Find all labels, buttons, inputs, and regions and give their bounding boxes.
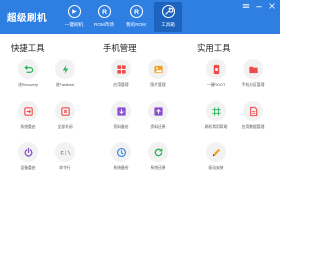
document-icon — [249, 106, 257, 116]
root-icon — [213, 64, 219, 74]
system-backup-icon — [116, 147, 126, 157]
terminal-icon: C:\_ — [60, 149, 71, 156]
section-title-utility-tools: 实用工具 — [197, 43, 231, 53]
power-icon — [24, 147, 32, 157]
tile-device-restart[interactable]: 设备重启 — [12, 142, 44, 171]
tile-app-data-management[interactable]: 应用数据管理 — [237, 101, 269, 130]
lightning-icon — [62, 64, 68, 74]
apps-grid-icon — [116, 64, 126, 74]
nav-label: 我的ROM — [126, 22, 146, 27]
close-all-icon — [60, 106, 70, 116]
nav-rom-market[interactable]: R ROM市场 — [90, 2, 118, 32]
minimize-icon[interactable] — [255, 2, 263, 10]
pencil-icon — [212, 148, 220, 156]
section-title-phone-management: 手机管理 — [103, 43, 137, 53]
tile-image-management[interactable]: 图片管理 — [142, 59, 174, 88]
tile-one-click-root[interactable]: 一键ROOT — [200, 59, 232, 88]
tile-enter-fastboot[interactable]: 进Fastboot — [49, 59, 81, 88]
svg-text:C:\_: C:\_ — [60, 149, 71, 156]
tile-label: 手机分区管理 — [241, 83, 265, 87]
tile-enter-recovery[interactable]: 进Recovery — [12, 59, 44, 88]
tile-system-reboot[interactable]: 系统重启 — [12, 101, 44, 130]
tile-system-restore[interactable]: 系统还原 — [142, 142, 174, 171]
refresh-icon — [154, 148, 162, 156]
tile-app-management[interactable]: 应用管理 — [105, 59, 137, 88]
help-grid-icon — [211, 106, 221, 116]
tile-system-backup[interactable]: 系统备份 — [105, 142, 137, 171]
tile-label: 系统还原 — [150, 166, 166, 170]
nav-label: 一键刷机 — [64, 22, 84, 27]
flash-icon — [67, 4, 81, 19]
wrench-icon — [161, 4, 175, 19]
tile-label: 资料备份 — [113, 125, 129, 129]
tile-data-restore[interactable]: 资料还原 — [142, 101, 174, 130]
return-arrow-icon — [23, 64, 33, 73]
nav-my-rom[interactable]: R 我的ROM — [122, 2, 150, 32]
tile-label: 一键ROOT — [206, 83, 226, 87]
tile-label: 全部关闭 — [57, 125, 73, 129]
tile-driver-install[interactable]: 驱动安装 — [200, 142, 232, 171]
nav-one-click-flash[interactable]: 一键刷机 — [60, 2, 88, 32]
svg-text:R: R — [102, 9, 107, 16]
tile-label: 应用管理 — [113, 83, 129, 87]
nav-toolbox[interactable]: 工具箱 — [154, 2, 182, 32]
section-title-quick-tools: 快捷工具 — [11, 43, 45, 53]
data-backup-icon — [116, 106, 126, 116]
tile-label: 系统备份 — [113, 166, 129, 170]
tile-data-backup[interactable]: 资料备份 — [105, 101, 137, 130]
tile-label: 驱动安装 — [208, 166, 224, 170]
nav-label: ROM市场 — [94, 22, 114, 27]
folder-icon — [248, 66, 258, 73]
tile-command-line[interactable]: C:\_ 命令行 — [49, 142, 81, 171]
tile-flash-help[interactable]: 刷机常用帮助 — [200, 101, 232, 130]
top-bar: 超级刷机 一键刷机 R ROM市场 R 我的ROM 工具箱 — [0, 0, 280, 34]
close-icon[interactable] — [268, 2, 276, 10]
tile-label: 设备重启 — [20, 166, 36, 170]
app-title: 超级刷机 — [7, 13, 48, 24]
window-controls — [242, 2, 276, 10]
my-rom-icon: R — [129, 4, 143, 19]
nav-label: 工具箱 — [161, 22, 175, 27]
tile-label: 图片管理 — [150, 83, 166, 87]
tile-label: 系统重启 — [20, 125, 36, 129]
image-icon — [153, 65, 163, 73]
tile-label: 资料还原 — [150, 125, 166, 129]
tile-close-all[interactable]: 全部关闭 — [49, 101, 81, 130]
svg-text:R: R — [134, 9, 139, 16]
data-restore-icon — [153, 106, 163, 116]
rom-market-icon: R — [97, 4, 111, 19]
menu-icon[interactable] — [242, 2, 250, 10]
tile-partition-management[interactable]: 手机分区管理 — [237, 59, 269, 88]
tile-label: 进Fastboot — [55, 83, 75, 87]
tile-label: 应用数据管理 — [241, 125, 265, 129]
reboot-icon — [23, 106, 33, 116]
tile-label: 刷机常用帮助 — [204, 125, 228, 129]
tile-label: 进Recovery — [18, 83, 38, 87]
tile-label: 命令行 — [59, 166, 71, 170]
